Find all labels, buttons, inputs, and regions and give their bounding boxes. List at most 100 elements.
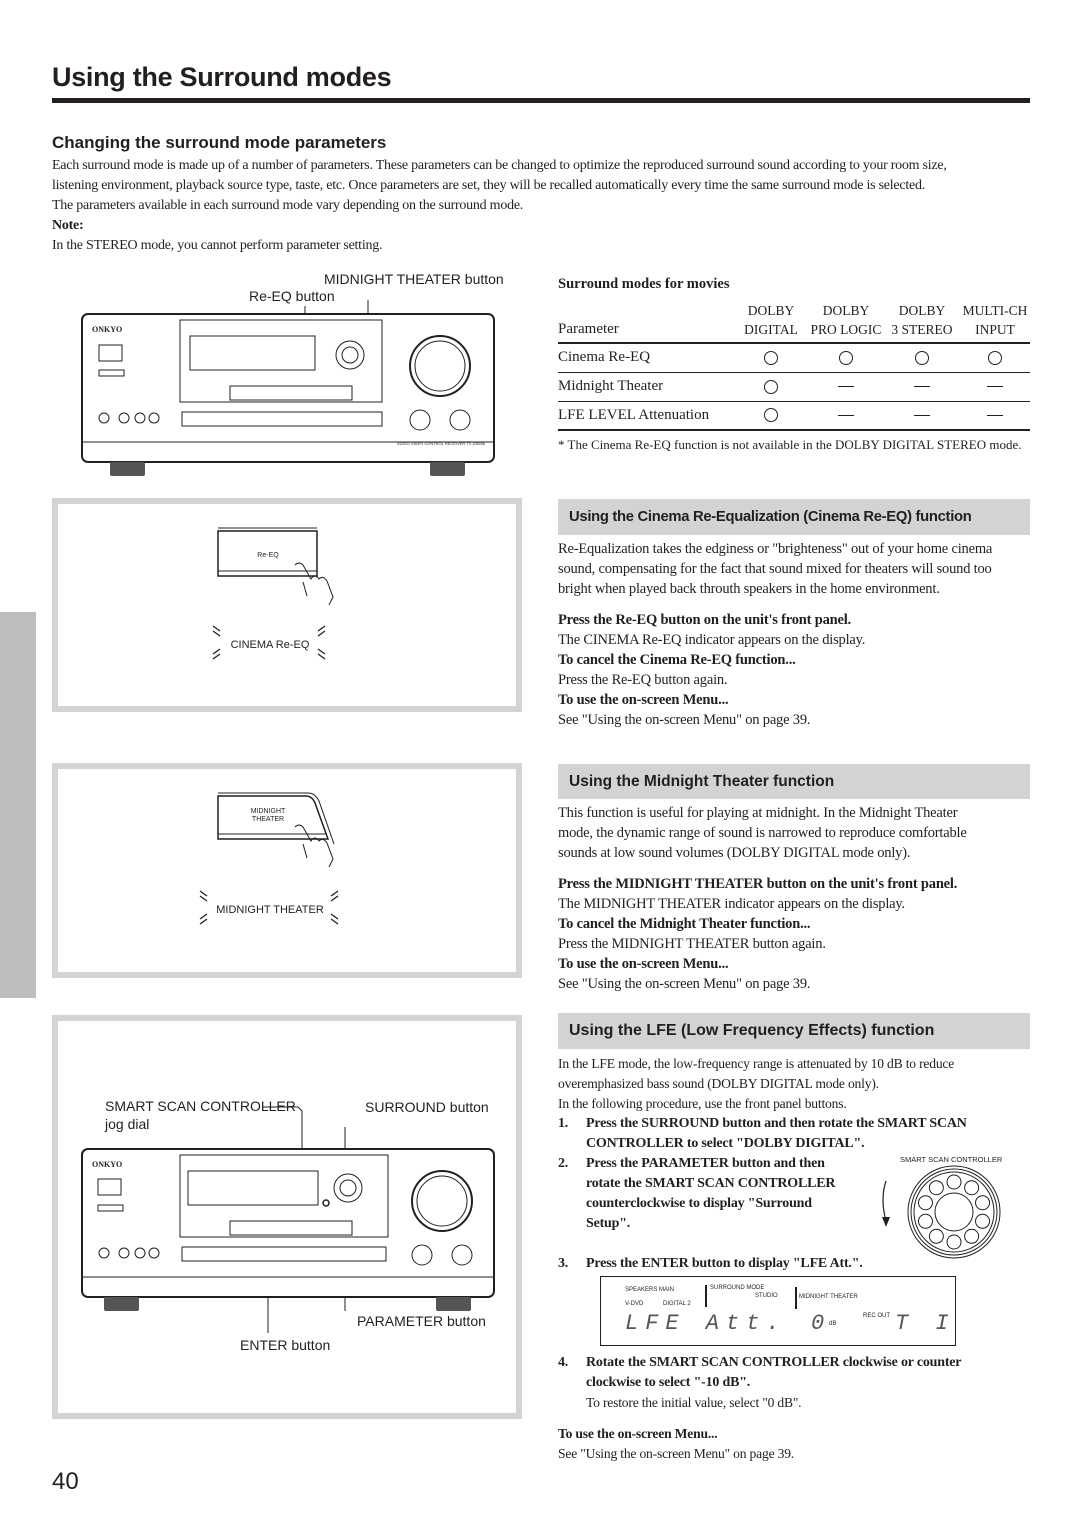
display-digital: DIGITAL 2 [663, 1301, 691, 1307]
display-speakers: SPEAKERS MAIN [625, 1287, 675, 1293]
controller-label: SMART SCAN CONTROLLER [900, 1155, 1003, 1164]
parameter-table: Parameter DOLBY DIGITAL DOLBY PRO LOGIC DO… [558, 301, 1030, 431]
body-line: overemphasized bass sound (DOLBY DIGITAL… [558, 1076, 879, 1091]
cinema-reeq-indicator: CINEMA Re-EQ [231, 639, 310, 651]
display-midnight: MIDNIGHT THEATER [799, 1294, 858, 1300]
column-header: DOLBY 3 STEREO [884, 301, 960, 344]
available-circle-icon [764, 379, 778, 394]
counterclockwise-arrow-icon [882, 1180, 887, 1222]
receiver-model: AUDIO VIDEO CONTROL RECEIVER TX-DS656 [397, 441, 486, 446]
table-cell [960, 400, 1030, 431]
available-circle-icon [764, 408, 778, 423]
column-header-parameter: Parameter [558, 301, 734, 344]
reeq-body: Re-Equalization takes the edginess or "b… [558, 539, 1033, 730]
cancel-title: To cancel the Cinema Re-EQ function... [558, 652, 796, 668]
note-text: In the STEREO mode, you cannot perform p… [52, 238, 383, 253]
reeq-heading: Using the Cinema Re-Equalization (Cinema… [558, 499, 1030, 535]
table-cell [808, 371, 884, 401]
body-line: Re-Equalization takes the edginess or "b… [558, 541, 993, 557]
midnight-heading: Using the Midnight Theater function [558, 764, 1030, 799]
side-tab [0, 612, 36, 998]
note-label: Note: [52, 218, 84, 233]
page-title: Using the Surround modes [52, 62, 392, 92]
midnight-theater-indicator: MIDNIGHT THEATER [216, 904, 324, 916]
intro-text: Each surround mode is made up of a numbe… [52, 156, 1032, 256]
not-available-dash-icon [987, 386, 1003, 388]
display-source: V-DVD [625, 1301, 644, 1307]
table-row: Midnight Theater [558, 371, 1030, 401]
body-line: In the LFE mode, the low-frequency range… [558, 1056, 955, 1071]
step-4: 4. Rotate the SMART SCAN CONTROLLER cloc… [558, 1355, 962, 1390]
surround-modes-table: Surround modes for movies Parameter DOLB… [558, 276, 1030, 453]
display-surround-mode: SURROUND MODE [710, 1285, 765, 1291]
row-label: LFE LEVEL Attenuation [558, 400, 734, 431]
instruction-result: The MIDNIGHT THEATER indicator appears o… [558, 896, 905, 912]
table-cell [734, 342, 808, 372]
jog-dial-hole [975, 1213, 991, 1229]
column-header: DOLBY DIGITAL [734, 301, 808, 344]
receiver-foot-left [110, 462, 145, 476]
jog-dial-hole [964, 1180, 980, 1196]
jog-dial-hole [917, 1195, 933, 1211]
display-rec-out: REC OUT [863, 1313, 890, 1319]
jog-dial-hole [964, 1228, 980, 1244]
receiver-foot-right [430, 462, 465, 476]
menu-title: To use the on-screen Menu... [558, 692, 729, 708]
lfe-step4: 4. Rotate the SMART SCAN CONTROLLER cloc… [558, 1353, 1033, 1464]
available-circle-icon [839, 350, 853, 365]
lfe-heading: Using the LFE (Low Frequency Effects) fu… [558, 1013, 1030, 1049]
jog-dial-hole [928, 1180, 944, 1196]
body-line: This function is useful for playing at m… [558, 805, 958, 821]
instruction-press: Press the Re-EQ button on the unit's fro… [558, 612, 851, 628]
midnight-figure-panel: MIDNIGHT THEATER MIDNIGHT THEATER [52, 763, 522, 978]
table-row: Cinema Re-EQ [558, 342, 1030, 372]
table-cell [884, 342, 960, 372]
table-footnote: * The Cinema Re-EQ function is not avail… [558, 437, 1022, 452]
intro-line: The parameters available in each surroun… [52, 198, 524, 213]
step-4-sub: To restore the initial value, select "0 … [586, 1395, 802, 1410]
brand-logo: ONKYO [92, 1160, 122, 1169]
fl-display: SPEAKERS MAIN V-DVD DIGITAL 2 SURROUND M… [600, 1276, 956, 1346]
body-line: mode, the dynamic range of sound is narr… [558, 825, 967, 841]
midnight-button-label-2: THEATER [252, 816, 284, 823]
reeq-illustration: Re-EQ CINEMA Re-EQ [212, 527, 334, 660]
available-circle-icon [764, 350, 778, 365]
not-available-dash-icon [914, 386, 930, 388]
table-cell [734, 371, 808, 401]
jog-dial-hole [975, 1195, 991, 1211]
jog-dial-hole [928, 1228, 944, 1244]
available-circle-icon [988, 350, 1002, 365]
not-available-dash-icon [838, 414, 854, 416]
instruction-press: Press the MIDNIGHT THEATER button on the… [558, 876, 958, 892]
reeq-button-label: Re-EQ [257, 552, 279, 559]
jog-dial-hole [917, 1213, 933, 1229]
table-cell [960, 371, 1030, 401]
cancel-text: Press the Re-EQ button again. [558, 672, 728, 688]
body-line: In the following procedure, use the fron… [558, 1096, 847, 1111]
page-number: 40 [52, 1468, 79, 1495]
smart-scan-controller-illustration [882, 1165, 1001, 1259]
table-title: Surround modes for movies [558, 276, 730, 292]
menu-text: See "Using the on-screen Menu" on page 3… [558, 712, 811, 728]
intro-line: Each surround mode is made up of a numbe… [52, 158, 947, 173]
receiver-illustration: ONKYO [81, 300, 495, 476]
body-line: bright when played back throuth speakers… [558, 581, 940, 597]
row-label: Cinema Re-EQ [558, 342, 734, 372]
table-cell [808, 342, 884, 372]
menu-title: To use the on-screen Menu... [558, 1426, 718, 1441]
not-available-dash-icon [987, 414, 1003, 416]
column-header: MULTI-CH INPUT [960, 301, 1030, 344]
brand-logo: ONKYO [92, 325, 122, 334]
step-1: 1. Press the SURROUND button and then ro… [558, 1116, 967, 1151]
menu-text: See "Using the on-screen Menu" on page 3… [558, 976, 811, 992]
table-cell [808, 400, 884, 431]
callout-midnight-theater-button: MIDNIGHT THEATER button [324, 271, 504, 287]
not-available-dash-icon [914, 414, 930, 416]
table-cell [884, 400, 960, 431]
lfe-figure-panel: SMART SCAN CONTROLLER jog dial SURROUND … [52, 1015, 522, 1419]
instruction-result: The CINEMA Re-EQ indicator appears on th… [558, 632, 866, 648]
not-available-dash-icon [838, 386, 854, 388]
menu-title: To use the on-screen Menu... [558, 956, 729, 972]
intro-line: listening environment, playback source t… [52, 178, 925, 193]
display-unit: dB [829, 1321, 837, 1327]
